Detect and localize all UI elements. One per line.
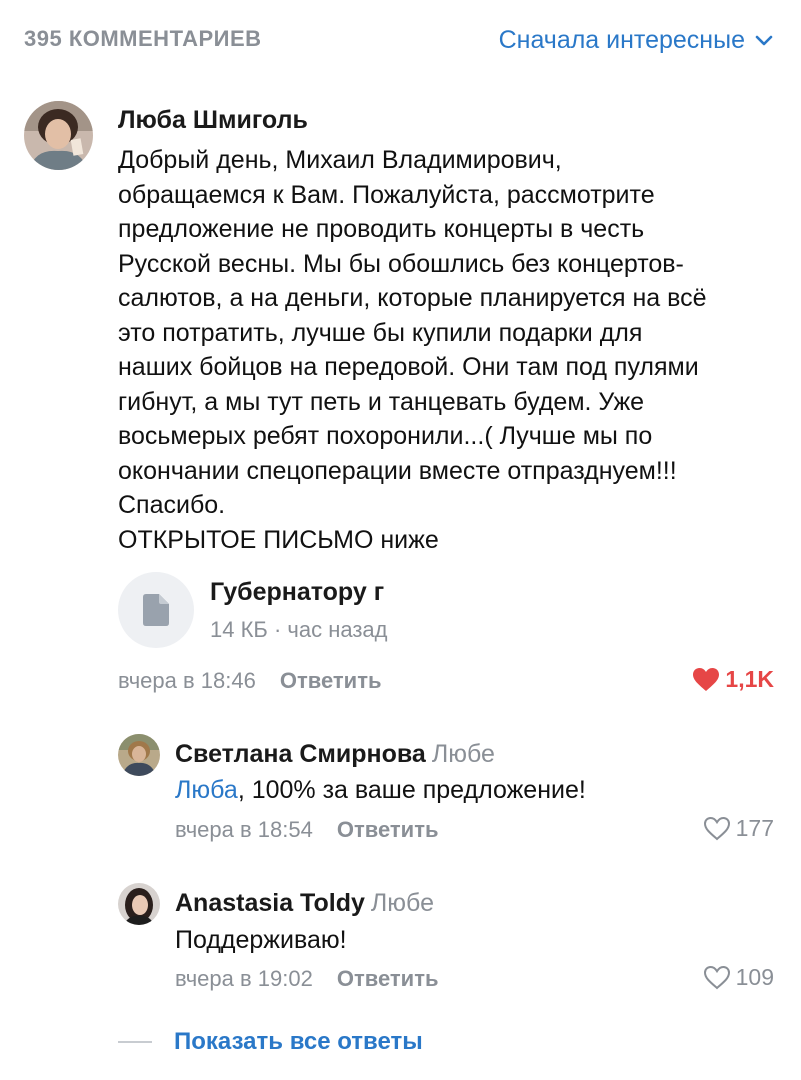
reply-to[interactable]: Любе	[432, 740, 495, 768]
comment-author[interactable]: Люба Шмиголь	[118, 106, 308, 135]
reply-button[interactable]: Ответить	[280, 668, 382, 694]
comment-text-line: обращаемся к Вам. Пожалуйста, рассмотрит…	[118, 180, 655, 209]
document-attachment[interactable]: Губернатору г 14 КБ · час назад	[118, 572, 618, 648]
comment-text-line: Русской весны. Мы бы обошлись без концер…	[118, 249, 684, 278]
mention-link[interactable]: Люба	[175, 776, 238, 804]
reply-text: Люба, 100% за ваше предложение!	[175, 773, 586, 808]
heart-outline-icon	[703, 816, 730, 841]
attachment-meta: 14 КБ · час назад	[210, 616, 388, 642]
reply-meta: вчера в 18:54 Ответить	[175, 817, 439, 843]
sort-label: Сначала интересные	[498, 26, 745, 54]
reply-text-body: Поддерживаю!	[175, 926, 347, 954]
reply-button[interactable]: Ответить	[337, 817, 439, 843]
avatar[interactable]	[118, 883, 160, 925]
reply-button[interactable]: Ответить	[337, 966, 439, 992]
comment-text: Добрый день, Михаил Владимирович, обраща…	[118, 143, 707, 557]
comment-text-line: окончании спецоперации вместе отпразднуе…	[118, 456, 677, 485]
comment-meta: вчера в 18:46 Ответить	[118, 668, 382, 694]
comment-text-line: наших бойцов на передовой. Они там под п…	[118, 353, 699, 381]
comment-text-line: это потратить, лучше бы купили подарки д…	[118, 318, 643, 347]
like-count: 1,1K	[725, 666, 774, 692]
sort-dropdown[interactable]: Сначала интересные	[499, 26, 773, 55]
comments-header: 395 КОММЕНТАРИЕВ Сначала интересные	[0, 0, 801, 78]
comment-text-line: предложение не проводить концерты в чест…	[118, 215, 645, 243]
show-all-replies-label: Показать все ответы	[174, 1028, 423, 1055]
comment-text-line: гибнут, а мы тут петь и танцевать будем.…	[118, 387, 645, 416]
comment-text-line: салютов, а на деньги, которые планируетс…	[118, 284, 707, 312]
like-button[interactable]: 177	[703, 815, 774, 842]
reply-time[interactable]: вчера в 18:54	[175, 817, 313, 843]
document-icon	[118, 572, 194, 648]
comment-text-line: восьмерых ребят похоронили...( Лучше мы …	[118, 422, 653, 450]
avatar[interactable]	[118, 734, 160, 776]
like-button[interactable]: 109	[703, 964, 774, 991]
reply-author: Anastasia Toldy Любе	[175, 889, 434, 918]
reply-meta: вчера в 19:02 Ответить	[175, 966, 439, 992]
reply-to[interactable]: Любе	[371, 889, 434, 917]
reply-author: Светлана Смирнова Любе	[175, 740, 495, 769]
comments-count: 395 КОММЕНТАРИЕВ	[24, 26, 262, 51]
avatar[interactable]	[24, 101, 93, 170]
reply-text-body: , 100% за ваше предложение!	[237, 776, 586, 804]
comment-text-line: Добрый день, Михаил Владимирович,	[118, 146, 562, 174]
divider	[118, 1041, 152, 1043]
reply-time[interactable]: вчера в 19:02	[175, 966, 313, 992]
reply-author-name[interactable]: Anastasia Toldy	[175, 889, 365, 917]
heart-outline-icon	[703, 965, 730, 990]
heart-filled-icon	[693, 668, 720, 691]
reply-text: Поддерживаю!	[175, 923, 347, 958]
like-count: 177	[735, 815, 774, 841]
comment-text-line: Спасибо.	[118, 491, 226, 519]
comment-time[interactable]: вчера в 18:46	[118, 668, 256, 694]
reply-author-name[interactable]: Светлана Смирнова	[175, 740, 426, 768]
attachment-name: Губернатору г	[210, 577, 385, 606]
chevron-down-icon	[755, 35, 773, 45]
comment-text-line: ОТКРЫТОЕ ПИСЬМО ниже	[118, 525, 439, 554]
like-button[interactable]: 1,1K	[692, 666, 774, 693]
like-count: 109	[735, 964, 774, 990]
show-all-replies-button[interactable]: Показать все ответы	[118, 1028, 423, 1056]
